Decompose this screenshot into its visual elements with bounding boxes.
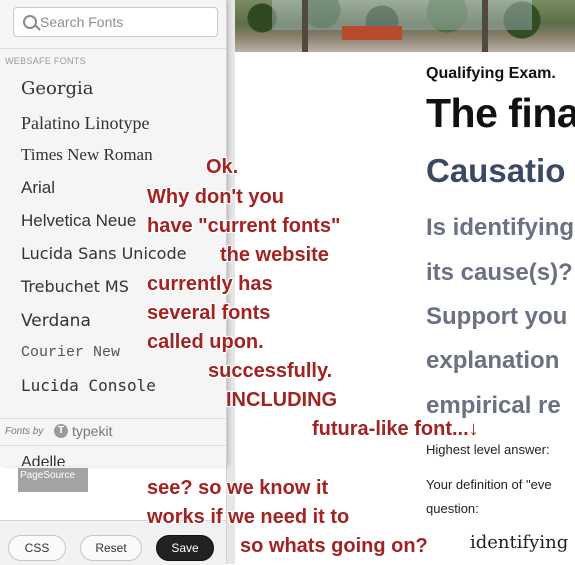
- font-option-trebuchet-ms[interactable]: Trebuchet MS: [21, 277, 129, 296]
- font-option-georgia[interactable]: Georgia: [21, 78, 93, 99]
- typekit-brand[interactable]: typekit: [72, 423, 112, 439]
- question-line: empirical re: [426, 392, 561, 419]
- font-option-courier-new[interactable]: Courier New: [21, 344, 120, 361]
- annotation-text: currently has: [147, 273, 273, 295]
- section-heading: Causatio: [426, 152, 566, 189]
- reset-button[interactable]: Reset: [80, 535, 142, 561]
- page-title: The fina: [426, 90, 575, 136]
- font-option-arial[interactable]: Arial: [21, 178, 55, 198]
- question-line: Support you: [426, 303, 568, 330]
- question-line: Is identifying: [426, 214, 575, 241]
- definition-text: question:: [426, 501, 479, 516]
- divider: [0, 48, 226, 49]
- page-source-tag: PageSource: [18, 468, 88, 492]
- highest-answer-label: Highest level answer:: [426, 442, 550, 457]
- header-photo-sky: [272, 0, 532, 30]
- font-option-verdana[interactable]: Verdana: [21, 311, 91, 331]
- font-option-palatino-linotype[interactable]: Palatino Linotype: [21, 113, 149, 134]
- annotation-text: Ok.: [206, 156, 239, 178]
- typekit-logo-icon: T: [54, 424, 68, 438]
- question-line: explanation: [426, 347, 560, 374]
- annotation-text: called upon.: [147, 331, 264, 353]
- search-icon: [23, 15, 37, 29]
- annotation-text: successfully.: [208, 360, 333, 382]
- annotation-text: see? so we know it: [147, 477, 329, 499]
- websafe-fonts-heading: WEBSAFE FONTS: [5, 56, 86, 66]
- font-option-adelle[interactable]: Adelle: [21, 454, 65, 466]
- annotation-text: several fonts: [147, 302, 271, 324]
- annotation-text: so whats going on?: [240, 535, 428, 557]
- annotation-text: works if we need it to: [147, 506, 350, 528]
- fonts-by-label: Fonts by: [5, 426, 44, 437]
- font-option-lucida-sans-unicode[interactable]: Lucida Sans Unicode: [21, 244, 186, 263]
- typekit-bar: Fonts by T typekit: [0, 418, 226, 446]
- header-photo-pole: [302, 0, 308, 52]
- css-button[interactable]: CSS: [8, 535, 66, 561]
- serif-sample-text: identifying: [470, 532, 569, 553]
- font-option-lucida-console[interactable]: Lucida Console: [21, 376, 156, 395]
- annotation-text: the website: [220, 244, 329, 266]
- font-search-input[interactable]: [40, 10, 212, 34]
- font-option-times-new-roman[interactable]: Times New Roman: [21, 145, 153, 165]
- font-search-box[interactable]: [13, 7, 218, 37]
- header-photo: [232, 0, 575, 52]
- annotation-text: futura-like font...↓: [312, 418, 479, 440]
- header-photo-sign: [342, 26, 402, 40]
- page-subheading: Qualifying Exam.: [426, 65, 556, 82]
- header-photo-pole: [482, 0, 488, 52]
- question-line: its cause(s)?: [426, 259, 573, 286]
- annotation-text: INCLUDING: [226, 389, 338, 411]
- save-button[interactable]: Save: [156, 535, 214, 561]
- annotation-text: Why don't you: [147, 186, 284, 208]
- definition-text: Your definition of "eve: [426, 477, 552, 492]
- annotation-text: have "current fonts": [147, 215, 341, 237]
- font-option-helvetica-neue[interactable]: Helvetica Neue: [21, 211, 136, 231]
